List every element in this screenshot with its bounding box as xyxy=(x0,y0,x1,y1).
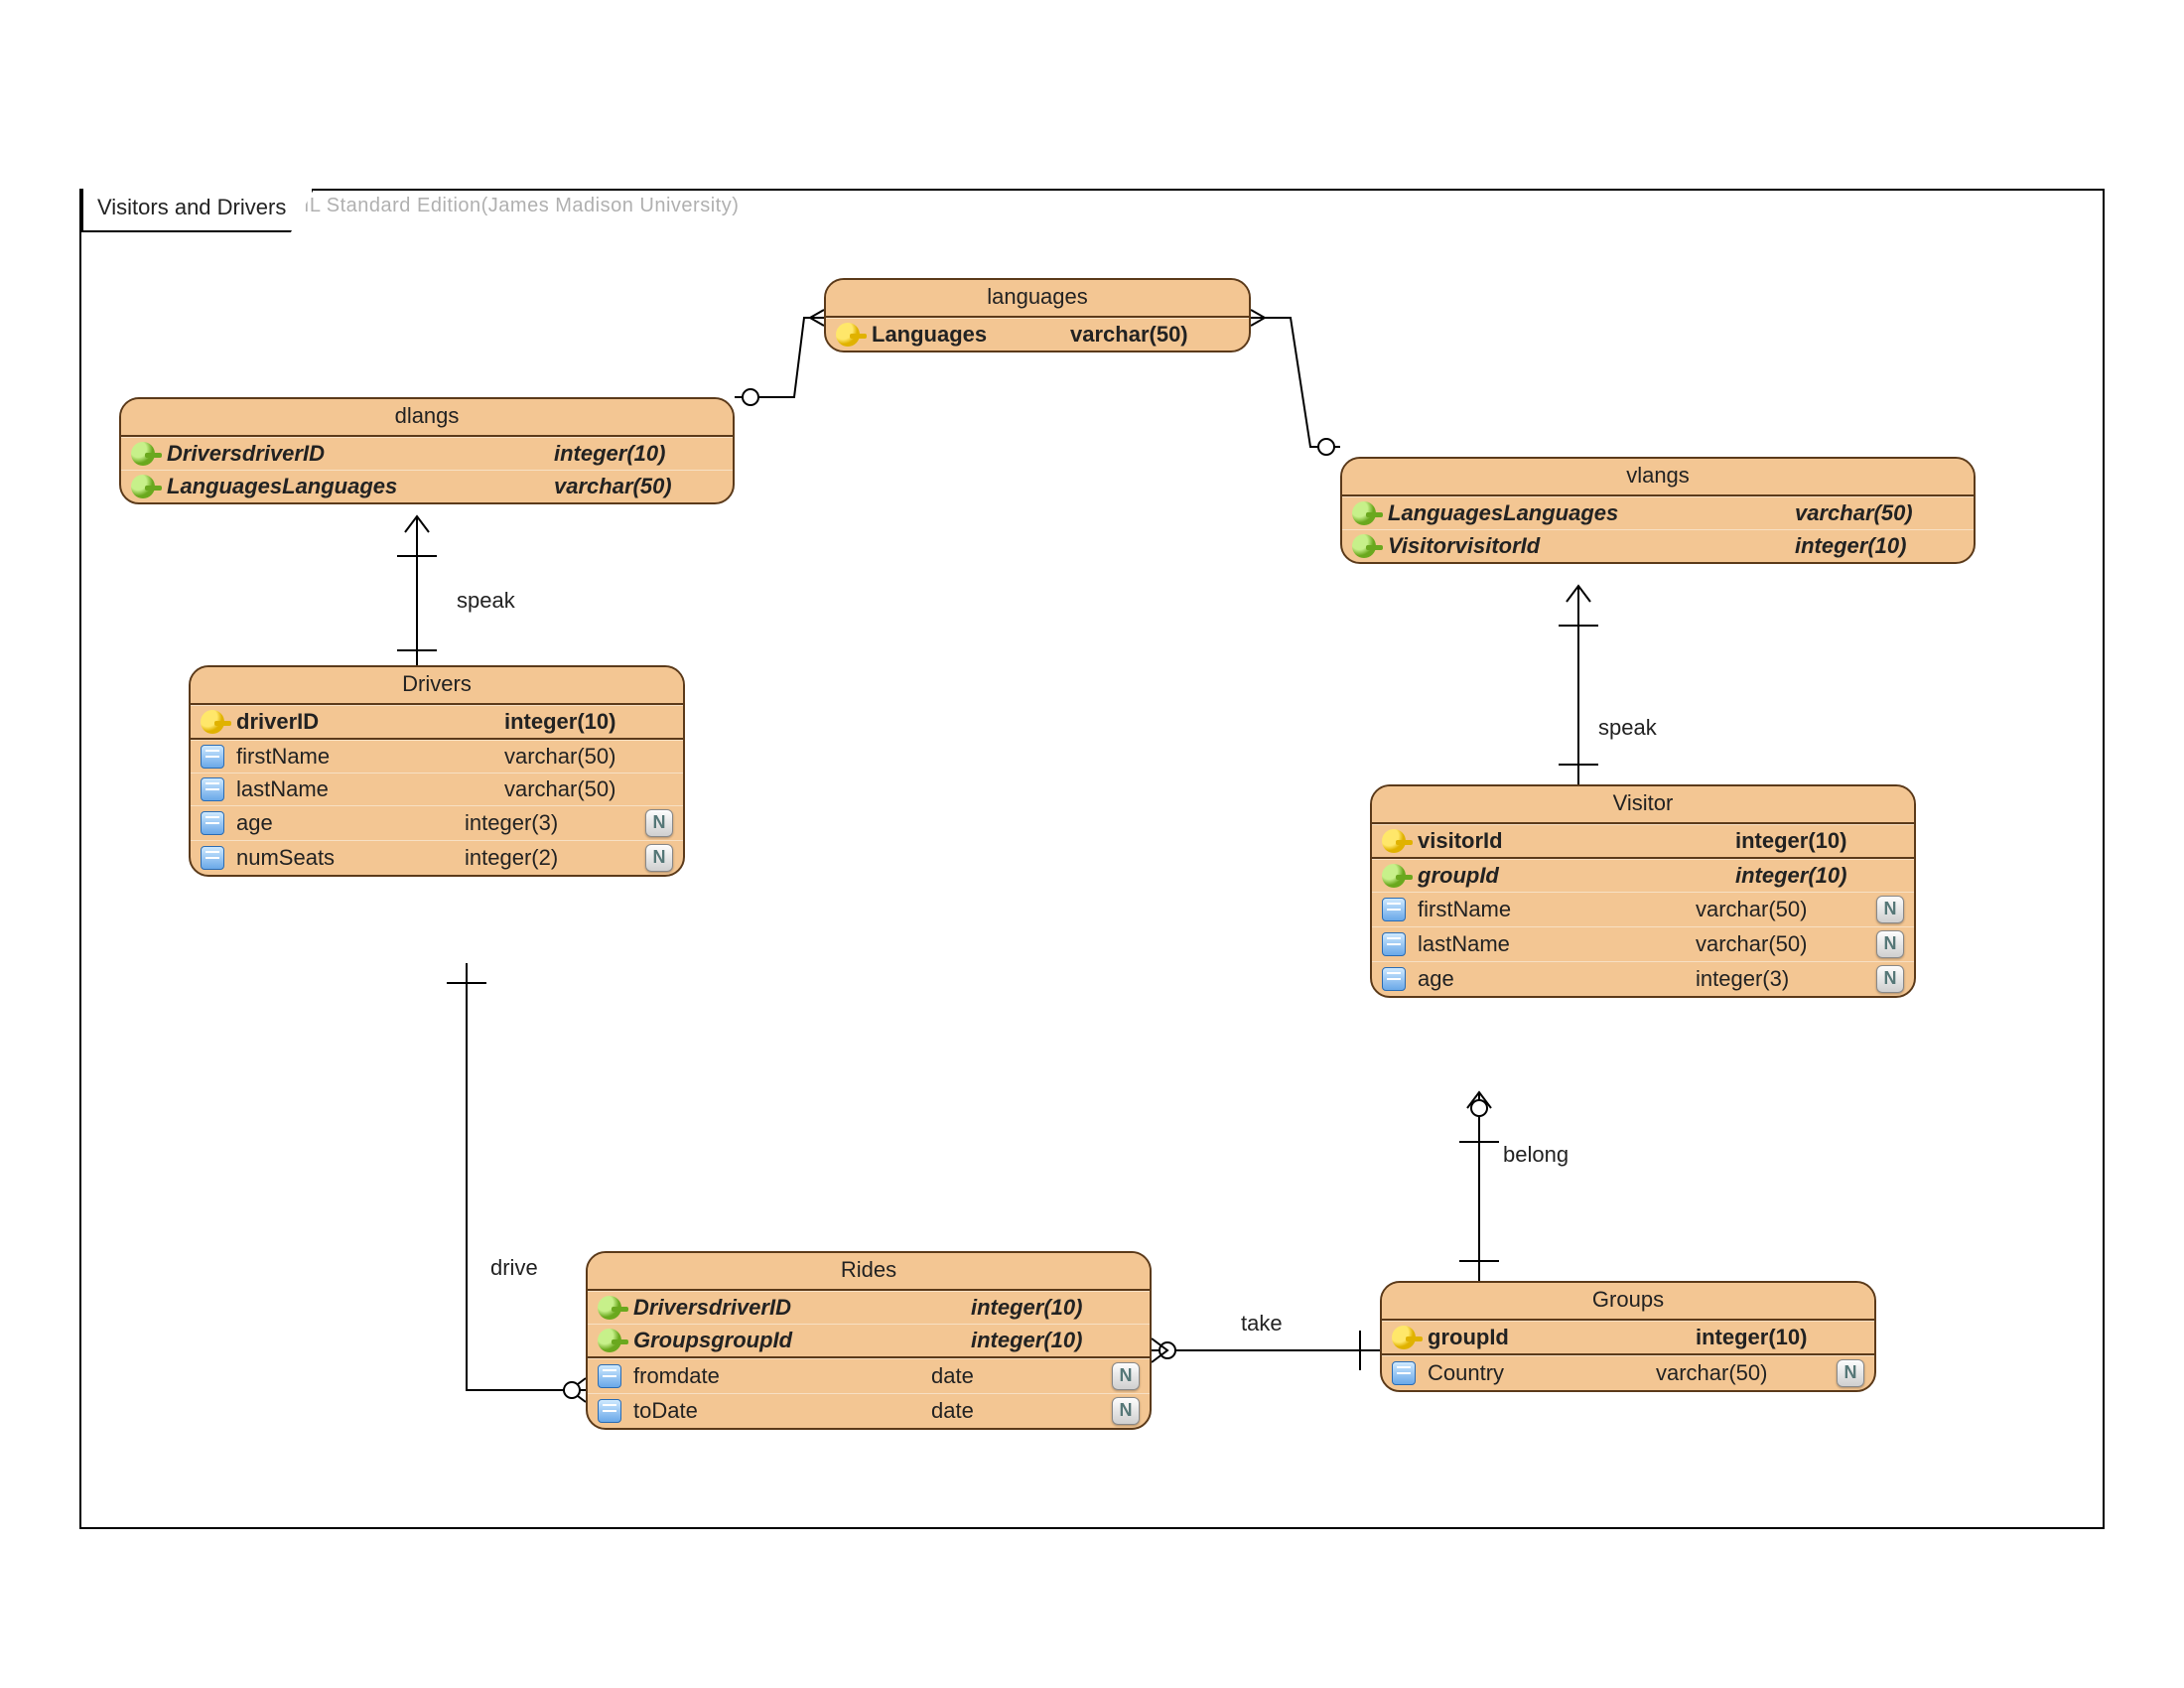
table-row: age integer(3) N xyxy=(191,805,683,840)
foreign-key-icon xyxy=(598,1329,621,1352)
table-row: DriversdriverID integer(10) xyxy=(588,1291,1150,1324)
nullable-badge: N xyxy=(1876,896,1904,923)
label-belong: belong xyxy=(1503,1142,1569,1168)
nullable-badge: N xyxy=(645,844,673,872)
label-take: take xyxy=(1241,1311,1283,1336)
nullable-badge: N xyxy=(645,809,673,837)
column-icon xyxy=(598,1364,621,1388)
table-row: firstName varchar(50) xyxy=(191,740,683,773)
entity-vlangs[interactable]: vlangs LanguagesLanguages varchar(50) Vi… xyxy=(1340,457,1976,564)
table-row: age integer(3) N xyxy=(1372,961,1914,996)
entity-languages[interactable]: languages Languages varchar(50) xyxy=(824,278,1251,352)
table-row: Country varchar(50) N xyxy=(1382,1355,1874,1390)
entity-title: Visitor xyxy=(1372,786,1914,824)
entity-title: Groups xyxy=(1382,1283,1874,1321)
label-speak-visitor: speak xyxy=(1598,715,1657,741)
table-row: toDate date N xyxy=(588,1393,1150,1428)
nullable-badge: N xyxy=(1112,1362,1140,1390)
table-row: VisitorvisitorId integer(10) xyxy=(1342,529,1974,562)
table-row: visitorId integer(10) xyxy=(1372,824,1914,857)
table-row: LanguagesLanguages varchar(50) xyxy=(121,470,733,502)
key-icon xyxy=(201,710,224,734)
table-row: lastName varchar(50) xyxy=(191,773,683,805)
table-row: firstName varchar(50) N xyxy=(1372,892,1914,926)
key-icon xyxy=(1382,829,1406,853)
table-row: LanguagesLanguages varchar(50) xyxy=(1342,496,1974,529)
column-icon xyxy=(201,846,224,870)
table-row: groupId integer(10) xyxy=(1372,859,1914,892)
foreign-key-icon xyxy=(1352,534,1376,558)
page: Visual Paradigm for UML Standard Edition… xyxy=(0,0,2184,1688)
entity-groups[interactable]: Groups groupId integer(10) Country varch… xyxy=(1380,1281,1876,1392)
entity-dlangs[interactable]: dlangs DriversdriverID integer(10) Langu… xyxy=(119,397,735,504)
column-icon xyxy=(1382,932,1406,956)
foreign-key-icon xyxy=(131,475,155,498)
entity-drivers[interactable]: Drivers driverID integer(10) firstName v… xyxy=(189,665,685,877)
table-row: Languages varchar(50) xyxy=(826,318,1249,351)
table-row: DriversdriverID integer(10) xyxy=(121,437,733,470)
table-row: numSeats integer(2) N xyxy=(191,840,683,875)
nullable-badge: N xyxy=(1837,1359,1864,1387)
label-speak-drivers: speak xyxy=(457,588,515,614)
column-icon xyxy=(1382,967,1406,991)
column-icon xyxy=(201,745,224,769)
key-icon xyxy=(836,323,860,347)
entity-title: Drivers xyxy=(191,667,683,705)
entity-title: languages xyxy=(826,280,1249,318)
table-row: groupId integer(10) xyxy=(1382,1321,1874,1353)
column-icon xyxy=(1392,1361,1416,1385)
nullable-badge: N xyxy=(1876,965,1904,993)
entity-rides[interactable]: Rides DriversdriverID integer(10) Groups… xyxy=(586,1251,1152,1430)
foreign-key-icon xyxy=(598,1296,621,1320)
table-row: fromdate date N xyxy=(588,1358,1150,1393)
foreign-key-icon xyxy=(1352,501,1376,525)
column-icon xyxy=(1382,898,1406,921)
foreign-key-icon xyxy=(1382,864,1406,888)
nullable-badge: N xyxy=(1876,930,1904,958)
column-icon xyxy=(201,811,224,835)
column-icon xyxy=(201,777,224,801)
label-drive: drive xyxy=(490,1255,538,1281)
table-row: driverID integer(10) xyxy=(191,705,683,738)
table-row: lastName varchar(50) N xyxy=(1372,926,1914,961)
entity-title: vlangs xyxy=(1342,459,1974,496)
frame-title: Visitors and Drivers xyxy=(81,189,314,232)
table-row: GroupsgroupId integer(10) xyxy=(588,1324,1150,1356)
entity-title: dlangs xyxy=(121,399,733,437)
column-icon xyxy=(598,1399,621,1423)
entity-visitor[interactable]: Visitor visitorId integer(10) groupId in… xyxy=(1370,784,1916,998)
key-icon xyxy=(1392,1326,1416,1349)
entity-title: Rides xyxy=(588,1253,1150,1291)
nullable-badge: N xyxy=(1112,1397,1140,1425)
foreign-key-icon xyxy=(131,442,155,466)
